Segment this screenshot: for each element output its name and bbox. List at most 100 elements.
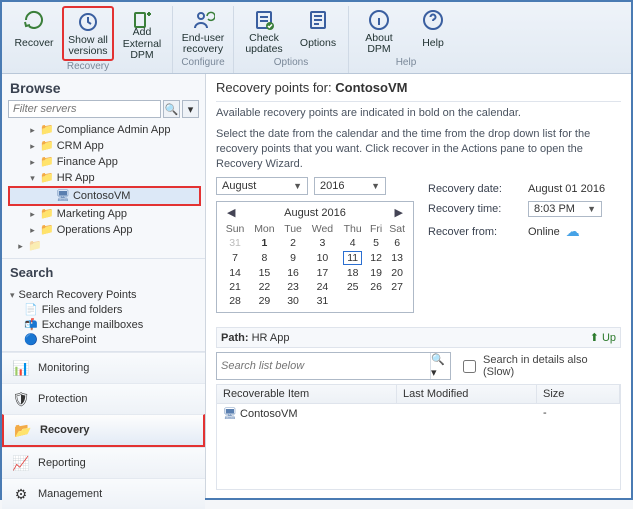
tree-item[interactable]: ▸📁Finance App — [8, 154, 201, 170]
tree-expander-icon[interactable]: ▸ — [28, 139, 37, 153]
sharepoint-icon: 🔵 — [24, 333, 38, 346]
calendar-day[interactable]: 20 — [385, 266, 409, 280]
calendar-day[interactable]: 9 — [280, 250, 307, 266]
search-details-checkbox-label[interactable]: Search in details also (Slow) — [459, 354, 621, 378]
filter-servers-input[interactable] — [8, 100, 161, 118]
tree-item[interactable]: 🖥ContosoVM — [8, 186, 201, 206]
about-button[interactable]: AboutDPM — [353, 6, 405, 57]
server-tree: ▸📁Compliance Admin App▸📁CRM App▸📁Finance… — [2, 122, 205, 259]
app-window: RecoverShow allversionsAdd ExternalDPM Re… — [0, 0, 633, 500]
calendar-day[interactable]: 27 — [385, 280, 409, 294]
calendar-day[interactable]: 25 — [339, 280, 367, 294]
calendar-day[interactable]: 8 — [249, 250, 280, 266]
calendar-day[interactable]: 5 — [367, 236, 385, 250]
enduser-button[interactable]: End-userrecovery — [177, 6, 229, 57]
grid-row[interactable]: 🖥 ContosoVM- — [217, 404, 620, 423]
left-pane: Browse 🔍 ▾ ▸📁Compliance Admin App▸📁CRM A… — [2, 74, 206, 498]
calendar-day[interactable]: 1 — [249, 236, 280, 250]
calendar-day[interactable]: 31 — [306, 294, 338, 308]
calendar-day[interactable]: 13 — [385, 250, 409, 266]
calendar-day[interactable]: 29 — [249, 294, 280, 308]
filter-search-button[interactable]: 🔍 — [163, 100, 180, 118]
calendar-day[interactable]: 12 — [367, 250, 385, 266]
show-versions-button[interactable]: Show allversions — [62, 6, 114, 61]
recover-from-value: Online — [528, 226, 560, 238]
list-search-input[interactable] — [217, 353, 430, 379]
folder-icon: 📁 — [40, 123, 54, 137]
calendar-day[interactable]: 14 — [221, 266, 249, 280]
check-updates-button[interactable]: Checkupdates — [238, 6, 290, 57]
search-item[interactable]: 📬Exchange mailboxes — [10, 317, 197, 332]
calendar-day[interactable]: 3 — [306, 236, 338, 250]
tree-expander-icon[interactable]: ▸ — [28, 223, 37, 237]
nav-recovery[interactable]: 📂Recovery — [2, 414, 205, 447]
add-dpm-button[interactable]: Add ExternalDPM — [116, 6, 168, 61]
up-button[interactable]: ⬆ Up — [590, 331, 616, 344]
calendar-day[interactable]: 2 — [280, 236, 307, 250]
filter-dropdown-button[interactable]: ▾ — [182, 100, 199, 118]
calendar-day[interactable]: 23 — [280, 280, 307, 294]
calendar-day[interactable]: 18 — [339, 266, 367, 280]
tree-expander-icon[interactable]: ▾ — [28, 171, 37, 185]
folder-icon: 📁 — [40, 207, 54, 221]
calendar-day[interactable]: 26 — [367, 280, 385, 294]
recoverable-grid: Recoverable Item Last Modified Size 🖥 Co… — [216, 384, 621, 490]
recovery-time-dropdown[interactable]: 8:03 PM▼ — [528, 201, 602, 217]
list-search-button[interactable]: 🔍▾ — [430, 353, 450, 379]
calendar-day[interactable]: 16 — [280, 266, 307, 280]
tree-expander-icon[interactable]: ▸ — [28, 207, 37, 221]
calendar-day[interactable]: 19 — [367, 266, 385, 280]
calendar-day[interactable]: 28 — [221, 294, 249, 308]
recovery-icon: 📂 — [14, 421, 32, 439]
calendar-day[interactable]: 4 — [339, 236, 367, 250]
calendar-prev-button[interactable]: ◀ — [223, 206, 239, 219]
tree-expander-icon[interactable]: ▸ — [28, 123, 37, 137]
calendar-day[interactable]: 17 — [306, 266, 338, 280]
calendar-next-button[interactable]: ▶ — [391, 206, 407, 219]
calendar-day[interactable]: 22 — [249, 280, 280, 294]
folder-icon: 📁 — [28, 239, 42, 253]
calendar-day[interactable]: 21 — [221, 280, 249, 294]
search-item-label: SharePoint — [42, 334, 96, 346]
search-item[interactable]: 📄Files and folders — [10, 302, 197, 317]
cell-size: - — [537, 404, 620, 423]
calendar-day[interactable]: 7 — [221, 250, 249, 266]
search-item[interactable]: 🔵 SharePoint — [10, 332, 197, 347]
col-size[interactable]: Size — [537, 385, 620, 403]
tree-item[interactable]: ▾📁HR App — [8, 170, 201, 186]
col-last-modified[interactable]: Last Modified — [397, 385, 537, 403]
search-details-checkbox[interactable] — [463, 360, 476, 373]
recover-icon — [22, 8, 46, 32]
body: Browse 🔍 ▾ ▸📁Compliance Admin App▸📁CRM A… — [2, 74, 631, 498]
calendar-day[interactable]: 15 — [249, 266, 280, 280]
month-dropdown[interactable]: August▼ — [216, 177, 308, 195]
calendar-dow: Sun — [221, 222, 249, 236]
nav-reporting[interactable]: 📈Reporting — [2, 447, 205, 478]
tree-item[interactable]: ▸📁Marketing App — [8, 206, 201, 222]
ribbon-group-configure: End-userrecoveryConfigure — [173, 6, 234, 73]
calendar-day[interactable]: 6 — [385, 236, 409, 250]
tree-item[interactable]: ▸📁 — [8, 238, 201, 254]
tree-item[interactable]: ▸📁CRM App — [8, 138, 201, 154]
help-button[interactable]: Help — [407, 6, 459, 57]
tree-expander-icon[interactable]: ▸ — [16, 239, 25, 253]
calendar-day[interactable]: 11 — [339, 250, 367, 266]
nav-protection[interactable]: 🛡Protection — [2, 383, 205, 414]
search-group-row[interactable]: ▾ Search Recovery Points — [10, 288, 197, 302]
tree-item[interactable]: ▸📁Operations App — [8, 222, 201, 238]
right-pane: Recovery points for: ContosoVM Available… — [206, 74, 631, 498]
add-dpm-label: Add ExternalDPM — [118, 32, 166, 56]
recovery-date-label: Recovery date: — [428, 183, 522, 195]
tree-item[interactable]: ▸📁Compliance Admin App — [8, 122, 201, 138]
recover-button[interactable]: Recover — [8, 6, 60, 61]
nav-monitoring[interactable]: 📊Monitoring — [2, 352, 205, 383]
options-button[interactable]: Options — [292, 6, 344, 57]
year-dropdown[interactable]: 2016▼ — [314, 177, 386, 195]
calendar-day[interactable]: 24 — [306, 280, 338, 294]
nav-management[interactable]: ⚙Management — [2, 478, 205, 509]
calendar-day[interactable]: 31 — [221, 236, 249, 250]
calendar-day[interactable]: 30 — [280, 294, 307, 308]
tree-expander-icon[interactable]: ▸ — [28, 155, 37, 169]
col-recoverable-item[interactable]: Recoverable Item — [217, 385, 397, 403]
calendar-day[interactable]: 10 — [306, 250, 338, 266]
